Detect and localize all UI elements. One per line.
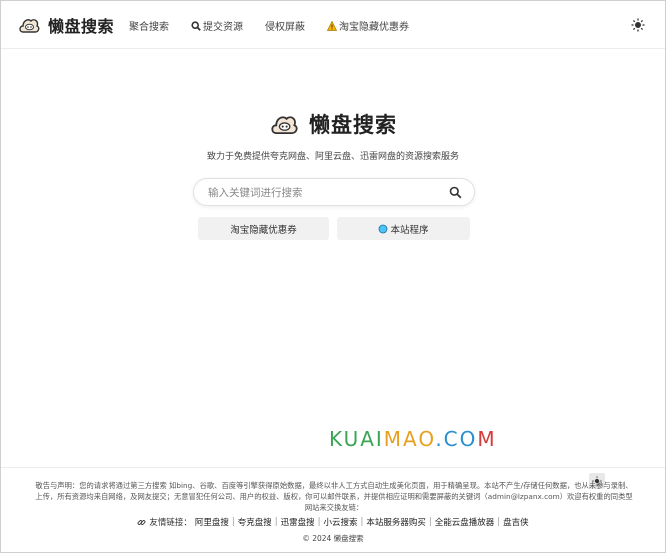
cloud-face-icon bbox=[271, 116, 298, 135]
search-icon[interactable] bbox=[449, 186, 462, 199]
coupon-icon bbox=[327, 20, 337, 31]
hero-title-text: 懒盘搜索 bbox=[309, 113, 397, 137]
main-nav: 聚合搜索 提交资源 侵权屏蔽 淘宝隐藏优惠券 bbox=[129, 18, 409, 33]
hero-title: 懒盘搜索 bbox=[1, 109, 665, 139]
nav-infringement-block[interactable]: 侵权屏蔽 bbox=[265, 18, 305, 33]
search-input[interactable] bbox=[206, 185, 436, 201]
top-navbar: 懒盘搜索 聚合搜索 提交资源 侵权屏蔽 淘宝隐藏优惠券 bbox=[1, 1, 665, 49]
disclaimer-text: 敬告与声明：您的请求将通过第三方搜索 如bing、谷歌、百度等引擎获得原始数据，… bbox=[35, 481, 633, 512]
footer: 敬告与声明：您的请求将通过第三方搜索 如bing、谷歌、百度等引擎获得原始数据，… bbox=[1, 467, 665, 543]
mini-program-button[interactable]: 本站程序 bbox=[337, 217, 470, 240]
nav-taobao-coupon[interactable]: 淘宝隐藏优惠券 bbox=[327, 18, 409, 33]
friend-link[interactable]: 全能云盘播放器 bbox=[435, 516, 495, 528]
kuaimao-watermark-logo: KUAIMAO.COM bbox=[329, 427, 497, 451]
friend-link[interactable]: 阿里盘搜 bbox=[195, 516, 229, 528]
friend-links-label: 友情链接： bbox=[137, 516, 192, 528]
friend-links: 友情链接： 阿里盘搜 | 夸克盘搜 | 迅雷盘搜 | 小云搜索 | 本站服务器购… bbox=[1, 516, 665, 528]
friend-link[interactable]: 盘吉侠 bbox=[503, 516, 529, 528]
friend-link[interactable]: 夸克盘搜 bbox=[238, 516, 272, 528]
search-icon bbox=[191, 20, 201, 31]
cloud-face-icon bbox=[19, 19, 40, 33]
friend-link[interactable]: 小云搜索 bbox=[324, 516, 358, 528]
copyright: © 2024 懒盘搜索 bbox=[302, 534, 364, 543]
friend-link[interactable]: 本站服务器购买 bbox=[366, 516, 426, 528]
brand-logo[interactable]: 懒盘搜索 bbox=[18, 13, 114, 37]
svg-text:KUAIMAO.COM: KUAIMAO.COM bbox=[329, 427, 497, 451]
taobao-coupon-button[interactable]: 淘宝隐藏优惠券 bbox=[198, 217, 329, 240]
search-box bbox=[193, 178, 475, 206]
link-icon bbox=[137, 519, 146, 525]
hero-subtitle: 致力于免费提供夸克网盘、阿里云盘、迅雷网盘的资源搜索服务 bbox=[206, 152, 459, 162]
friend-link[interactable]: 迅雷盘搜 bbox=[281, 516, 315, 528]
nav-aggregate-search[interactable]: 聚合搜索 bbox=[129, 18, 169, 33]
nav-submit-resource[interactable]: 提交资源 bbox=[191, 18, 243, 33]
brand-name: 懒盘搜索 bbox=[48, 17, 115, 36]
sun-icon[interactable] bbox=[631, 18, 645, 32]
circle-icon bbox=[379, 224, 388, 233]
